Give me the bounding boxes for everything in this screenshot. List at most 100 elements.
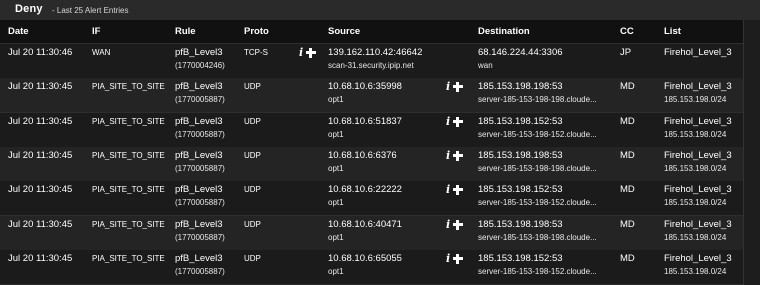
row-proto: TCP-S [244,48,268,57]
row-source: 10.68.10.6:35998 [328,81,402,93]
panel-subtitle: - Last 25 Alert Entries [52,6,129,15]
row-date: Jul 20 11:30:45 [8,252,73,264]
info-icon[interactable]: i [446,149,450,162]
plus-icon[interactable] [453,150,463,161]
row-destination: 185.153.198.198:53 [478,149,563,161]
row-source: 10.68.10.6:6376 [328,149,397,161]
table-row: Jul 20 11:30:46 WAN pfB_Level3 (1770004246)… [0,44,743,79]
row-source: 139.162.110.42:46642 [328,47,423,58]
row-proto: UDP [244,185,261,195]
header-date[interactable]: Date [8,26,29,37]
table-row: Jul 20 11:30:45 PIA_SITE_TO_SITE pfB_Level… [0,215,743,251]
row-destination: 185.153.198.198:53 [478,81,563,93]
row-destination: 68.146.224.44:3306 [478,47,563,58]
row-list: Firehol_Level_3 [664,184,732,196]
header-source[interactable]: Source [328,26,360,37]
row-proto: UDP [244,116,261,126]
row-proto: UDP [244,150,261,160]
plus-icon[interactable] [453,82,463,93]
row-source-host: opt1 [328,129,344,139]
header-rule[interactable]: Rule [175,26,196,37]
row-proto: UDP [244,219,261,229]
info-icon[interactable]: i [446,218,450,231]
row-rule: pfB_Level3 [175,252,223,264]
row-destination-host: server-185-153-198-198.cloude... [478,95,597,105]
row-actions: i [446,149,468,162]
row-list-network: 185.153.198.0/24 [664,95,727,105]
row-country-code: MD [620,218,635,230]
row-actions: i [446,81,468,93]
row-rule-id: (1770005887) [175,198,225,208]
plus-icon[interactable] [453,116,463,127]
row-interface: PIA_SITE_TO_SITE [92,150,165,160]
row-rule: pfB_Level3 [175,149,223,161]
row-destination: 185.153.198.152:53 [478,115,563,127]
header-cc[interactable]: CC [620,26,634,37]
row-country-code: MD [620,149,635,161]
header-destination[interactable]: Destination [478,26,530,37]
row-list: Firehol_Level_3 [664,81,732,93]
row-rule-id: (1770005887) [175,163,225,173]
table-header: Date IF Rule Proto Source Destination CC… [0,20,743,44]
row-country-code: MD [620,184,635,196]
plus-icon[interactable] [453,219,463,230]
vertical-scrollbar[interactable] [744,20,760,285]
row-proto: UDP [244,82,261,92]
row-country-code: MD [620,252,635,264]
row-country-code: MD [620,81,635,93]
row-list-network: 185.153.198.0/24 [664,163,727,173]
row-rule-id: (1770005887) [175,232,225,242]
table-row: Jul 20 11:30:45 PIA_SITE_TO_SITE pfB_Level… [0,146,743,182]
table-row: Jul 20 11:30:45 PIA_SITE_TO_SITE pfB_Level… [0,112,743,148]
row-destination-host: wan [478,61,493,70]
info-icon[interactable]: i [446,184,450,196]
row-list: Firehol_Level_3 [664,115,732,127]
row-actions: i [446,218,468,231]
plus-icon[interactable] [453,253,463,264]
panel-title: Deny [15,3,43,15]
row-interface: PIA_SITE_TO_SITE [92,185,165,195]
info-icon[interactable]: i [446,81,450,93]
row-destination: 185.153.198.198:53 [478,218,563,230]
row-destination: 185.153.198.152:53 [478,184,563,196]
info-icon[interactable]: i [446,115,450,128]
row-list: Firehol_Level_3 [664,252,732,264]
row-source-host: scan-31.security.ipip.net [328,61,414,70]
header-list[interactable]: List [664,26,681,37]
row-list: Firehol_Level_3 [664,149,732,161]
row-interface: PIA_SITE_TO_SITE [92,253,165,263]
plus-icon[interactable] [306,48,316,58]
row-actions: i [446,115,468,128]
header-proto[interactable]: Proto [244,26,269,37]
header-if[interactable]: IF [92,26,100,37]
info-icon[interactable]: i [299,47,303,59]
row-list-network: 185.153.198.0/24 [664,129,727,139]
row-destination-host: server-185-153-198-152.cloude... [478,198,597,208]
info-icon[interactable]: i [446,252,450,265]
row-rule-id: (1770004246) [175,61,225,70]
row-proto: UDP [244,253,261,263]
panel-header: Deny - Last 25 Alert Entries [0,0,760,21]
row-rule: pfB_Level3 [175,184,223,196]
row-source: 10.68.10.6:22222 [328,184,402,196]
row-rule-id: (1770005887) [175,95,225,105]
row-rule: pfB_Level3 [175,218,223,230]
row-destination-host: server-185-153-198-152.cloude... [478,266,597,276]
row-rule-id: (1770005887) [175,266,225,276]
row-source-host: opt1 [328,198,344,208]
row-interface: PIA_SITE_TO_SITE [92,116,165,126]
row-source-host: opt1 [328,266,344,276]
row-source: 10.68.10.6:51837 [328,115,402,127]
row-list-network: 185.153.198.0/24 [664,232,727,242]
row-source-host: opt1 [328,232,344,242]
row-date: Jul 20 11:30:45 [8,81,73,93]
alerts-table: Date IF Rule Proto Source Destination CC… [0,20,744,285]
plus-icon[interactable] [453,185,463,196]
table-row: Jul 20 11:30:45 PIA_SITE_TO_SITE pfB_Level… [0,249,743,285]
row-date: Jul 20 11:30:45 [8,184,73,196]
row-rule: pfB_Level3 [175,47,223,58]
row-interface: PIA_SITE_TO_SITE [92,219,165,229]
row-rule: pfB_Level3 [175,115,223,127]
row-destination-host: server-185-153-198-152.cloude... [478,129,597,139]
row-list: Firehol_Level_3 [664,218,732,230]
